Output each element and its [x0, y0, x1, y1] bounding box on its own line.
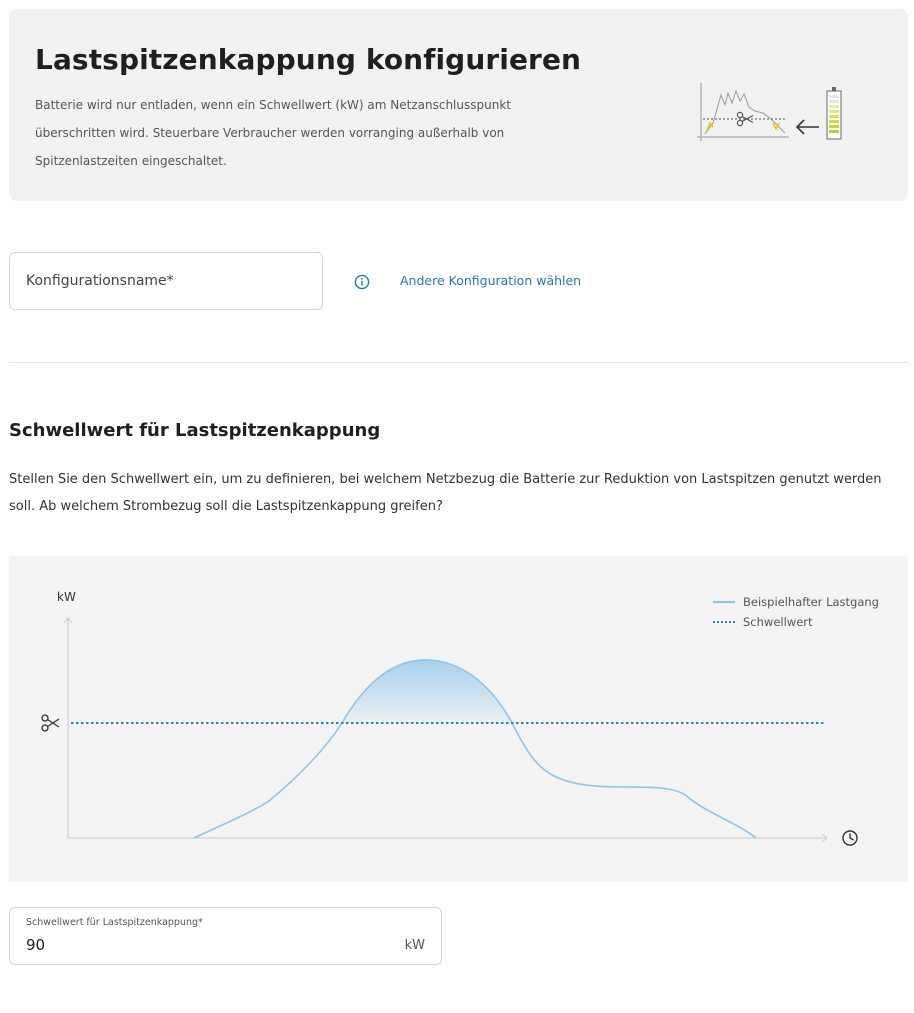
page-description: Batterie wird nur entladen, wenn ein Sch…: [35, 98, 511, 168]
threshold-field-label: Schwellwert für Lastspitzenkappung*: [26, 917, 203, 928]
configuration-name-input[interactable]: [10, 253, 322, 309]
legend-swatch-dotted: [713, 621, 735, 623]
threshold-field[interactable]: Schwellwert für Lastspitzenkappung* 90 k…: [9, 907, 442, 965]
y-axis-label: kW: [57, 590, 76, 604]
legend-item-schwellwert: Schwellwert: [713, 612, 879, 632]
peak-area: [342, 659, 512, 723]
divider: [9, 362, 908, 363]
section-description: Stellen Sie den Schwellwert ein, um zu d…: [9, 472, 882, 514]
battery-icon: [826, 87, 842, 140]
section-title: Schwellwert für Lastspitzenkappung: [9, 420, 381, 441]
load-profile-chart: kW Beispielhafter Lastgang Schwellwert: [9, 556, 908, 882]
page-title: Lastspitzenkappung konfigurieren: [35, 43, 582, 76]
peak-shaving-illustration: [697, 83, 842, 141]
info-icon[interactable]: [354, 274, 370, 290]
chart-legend: Beispielhafter Lastgang Schwellwert: [713, 592, 879, 632]
threshold-value-input[interactable]: 90: [26, 936, 45, 954]
configuration-name-field[interactable]: [9, 252, 323, 310]
legend-item-lastgang: Beispielhafter Lastgang: [713, 592, 879, 612]
legend-label: Schwellwert: [743, 615, 813, 629]
legend-label: Beispielhafter Lastgang: [743, 595, 879, 609]
scissors-icon: [41, 714, 60, 732]
arrow-left-icon: [795, 119, 819, 135]
clock-icon: [842, 830, 858, 846]
legend-swatch-solid: [713, 601, 735, 603]
header-card: Lastspitzenkappung konfigurieren Batteri…: [9, 9, 908, 201]
threshold-unit: kW: [404, 938, 425, 953]
choose-other-configuration-link[interactable]: Andere Konfiguration wählen: [400, 273, 581, 288]
